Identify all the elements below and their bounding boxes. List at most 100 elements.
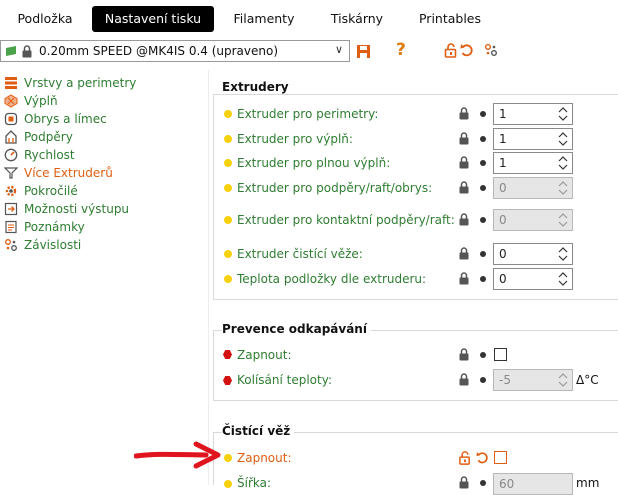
spin-arrows-icon[interactable] bbox=[557, 130, 569, 148]
extruder-kontaktni-spin[interactable]: 0 bbox=[493, 209, 573, 231]
spin-arrows-icon[interactable] bbox=[557, 270, 569, 288]
teplota-podlozky-spin[interactable]: 0 bbox=[493, 268, 573, 290]
speed-icon bbox=[4, 148, 18, 162]
sidebar-item-label: Podpěry bbox=[24, 130, 73, 144]
lock-icon[interactable] bbox=[458, 247, 470, 260]
label-extruder-perimetry: Extruder pro perimetry: bbox=[237, 107, 379, 121]
extruder-plna-vypln-spin[interactable]: 1 bbox=[493, 152, 573, 174]
save-icon[interactable] bbox=[356, 44, 371, 59]
system-value-dot-icon[interactable] bbox=[480, 276, 486, 282]
sidebar-item-label: Obrys a límec bbox=[24, 112, 107, 126]
tab-podlozka[interactable]: Podložka bbox=[8, 6, 82, 32]
funnel-icon bbox=[4, 167, 18, 179]
tab-nastaveni-tisku[interactable]: Nastavení tisku bbox=[92, 6, 214, 32]
label-extruder-vypln: Extruder pro výplň: bbox=[237, 132, 353, 146]
unlock-icon[interactable] bbox=[458, 451, 472, 465]
sidebar-item-vrstvy[interactable]: Vrstvy a perimetry bbox=[4, 74, 136, 92]
system-value-dot-icon[interactable] bbox=[480, 185, 486, 191]
sidebar-item-podpery[interactable]: Podpěry bbox=[4, 128, 73, 146]
flag-icon bbox=[6, 46, 16, 56]
kolisani-teploty-spin[interactable]: -5 bbox=[493, 369, 573, 391]
sidebar-item-obrys[interactable]: Obrys a límec bbox=[4, 110, 107, 128]
extruder-podpery-spin[interactable]: 0 bbox=[493, 177, 573, 199]
lock-icon[interactable] bbox=[458, 272, 470, 285]
sidebar-item-vypln[interactable]: Výplň bbox=[4, 92, 58, 110]
sidebar-item-rychlost[interactable]: Rychlost bbox=[4, 146, 75, 164]
spin-arrows-icon[interactable] bbox=[557, 371, 569, 389]
system-value-dot-icon[interactable] bbox=[480, 377, 486, 383]
reset-icon[interactable] bbox=[476, 451, 489, 465]
spin-arrows-icon[interactable] bbox=[557, 179, 569, 197]
system-value-dot-icon[interactable] bbox=[480, 217, 486, 223]
extruder-vypln-spin[interactable]: 1 bbox=[493, 128, 573, 150]
sidebar-item-label: Výplň bbox=[24, 94, 58, 108]
lock-icon[interactable] bbox=[458, 156, 470, 169]
support-icon bbox=[5, 130, 17, 144]
group-border bbox=[213, 330, 214, 400]
lock-icon[interactable] bbox=[458, 348, 470, 361]
top-tab-bar: Podložka Nastavení tisku Filamenty Tiská… bbox=[0, 0, 618, 36]
system-value-dot-icon[interactable] bbox=[480, 160, 486, 166]
system-value-dot-icon[interactable] bbox=[480, 480, 486, 486]
sidebar-item-moznosti-vystupu[interactable]: Možnosti výstupu bbox=[4, 200, 129, 218]
system-value-dot-icon[interactable] bbox=[480, 136, 486, 142]
unit-delta-celsius: Δ°C bbox=[576, 373, 599, 387]
lock-icon[interactable] bbox=[458, 373, 470, 386]
tab-printables[interactable]: Printables bbox=[412, 6, 488, 32]
extruder-cistici-veze-spin[interactable]: 0 bbox=[493, 243, 573, 265]
yellow-bullet-icon bbox=[224, 216, 232, 224]
label-kolisani-teploty: Kolísání teploty: bbox=[237, 373, 332, 387]
compare-icon[interactable] bbox=[484, 43, 498, 57]
spin-arrows-icon[interactable] bbox=[557, 105, 569, 123]
label-sirka: Šířka: bbox=[237, 476, 272, 490]
lock-icon[interactable] bbox=[458, 213, 470, 226]
red-hexagon-icon bbox=[223, 350, 232, 359]
spin-arrows-icon[interactable] bbox=[557, 154, 569, 172]
sidebar-item-label: Poznámky bbox=[24, 220, 85, 234]
extruder-perimetry-spin[interactable]: 1 bbox=[493, 103, 573, 125]
ooze-enable-checkbox[interactable] bbox=[494, 348, 507, 361]
group-border bbox=[213, 299, 618, 300]
output-icon bbox=[4, 202, 18, 216]
wipe-tower-enable-checkbox[interactable] bbox=[494, 451, 507, 464]
sidebar-item-label: Více Extruderů bbox=[24, 166, 113, 180]
lock-icon[interactable] bbox=[458, 181, 470, 194]
sidebar-item-label: Vrstvy a perimetry bbox=[24, 76, 137, 90]
sirka-spin[interactable]: 60 bbox=[493, 473, 573, 495]
reset-icon[interactable] bbox=[460, 43, 474, 58]
label-extruder-kontaktni: Extruder pro kontaktní podpěry/raft: bbox=[237, 213, 455, 227]
label-teplota-podlozky: Teplota podložky dle extruderu: bbox=[237, 272, 427, 286]
unlock-icon[interactable] bbox=[444, 43, 458, 58]
sidebar-item-label: Možnosti výstupu bbox=[24, 202, 130, 216]
help-icon[interactable]: ? bbox=[396, 40, 406, 60]
sidebar-item-label: Pokročilé bbox=[24, 184, 78, 198]
yellow-bullet-icon bbox=[224, 480, 232, 488]
red-hexagon-icon bbox=[223, 376, 232, 385]
unit-mm: mm bbox=[576, 476, 600, 490]
yellow-bullet-icon bbox=[224, 159, 232, 167]
tab-filamenty[interactable]: Filamenty bbox=[225, 6, 303, 32]
system-value-dot-icon[interactable] bbox=[480, 251, 486, 257]
sidebar-item-label: Rychlost bbox=[24, 148, 75, 162]
spin-arrows-icon[interactable] bbox=[557, 245, 569, 263]
sidebar: Vrstvy a perimetry Výplň Obrys a límec P… bbox=[0, 70, 208, 485]
lock-icon[interactable] bbox=[458, 132, 470, 145]
system-value-dot-icon[interactable] bbox=[480, 352, 486, 358]
preset-combo[interactable]: 0.20mm SPEED @MK4IS 0.4 (upraveno) ∨ bbox=[0, 40, 350, 62]
yellow-bullet-icon bbox=[224, 135, 232, 143]
group-title-prevence: Prevence odkapávání bbox=[222, 322, 371, 336]
sidebar-item-vice-extruderu[interactable]: Více Extruderů bbox=[4, 164, 113, 182]
lock-icon bbox=[22, 45, 32, 58]
sidebar-item-poznamky[interactable]: Poznámky bbox=[4, 218, 85, 236]
lock-icon[interactable] bbox=[458, 476, 470, 489]
notes-icon bbox=[5, 220, 17, 234]
tab-tiskarny[interactable]: Tiskárny bbox=[322, 6, 392, 32]
infill-icon bbox=[4, 94, 18, 108]
sidebar-item-pokrocile[interactable]: Pokročilé bbox=[4, 182, 78, 200]
spin-arrows-icon[interactable] bbox=[557, 211, 569, 229]
label-wipe-zapnout: Zapnout: bbox=[237, 451, 292, 465]
lock-icon[interactable] bbox=[458, 107, 470, 120]
sidebar-item-zavislosti[interactable]: Závislosti bbox=[4, 236, 81, 254]
label-extruder-plna-vypln: Extruder pro plnou výplň: bbox=[237, 156, 391, 170]
system-value-dot-icon[interactable] bbox=[480, 111, 486, 117]
